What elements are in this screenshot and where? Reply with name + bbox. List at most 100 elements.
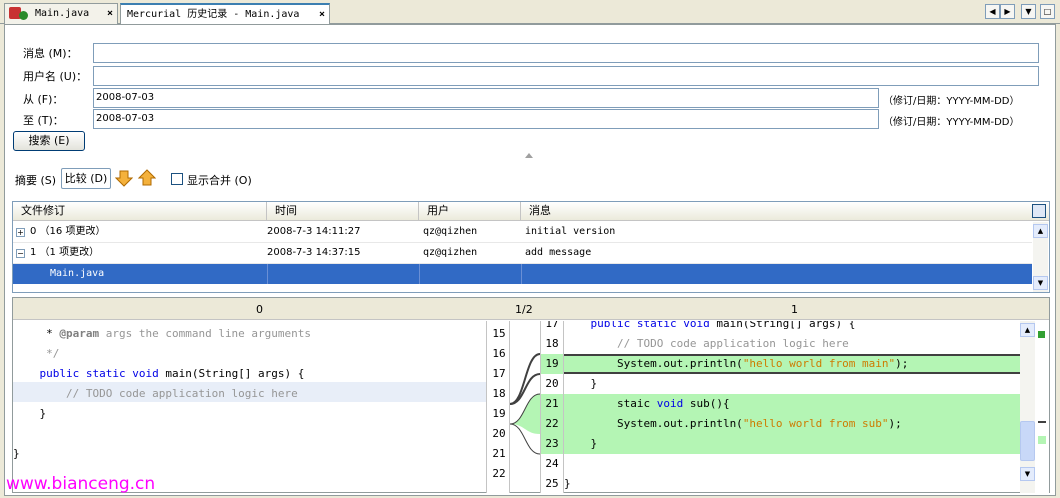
time-cell: 2008-7-3 14:11:27 <box>267 226 361 237</box>
from-label: 从 (F)： <box>23 93 64 106</box>
scroll-up-icon[interactable]: ▲ <box>1033 224 1048 238</box>
search-button[interactable]: 搜索 (E) <box>13 131 85 151</box>
table-header: 文件修订 时间 用户 消息 <box>13 202 1049 221</box>
code-line: System.out.println("hello world from mai… <box>564 357 909 370</box>
column-header-time[interactable]: 时间 <box>267 202 419 220</box>
history-panel: 消息 (M)： 用户名 (U)： 从 (F)： 2008-07-03 （修订/日… <box>4 24 1056 496</box>
change-marker[interactable] <box>1038 421 1046 423</box>
scroll-down-icon[interactable]: ▼ <box>1020 467 1035 481</box>
right-code-pane[interactable]: public static void main(String[] args) {… <box>564 321 1020 493</box>
column-header-message[interactable]: 消息 <box>521 202 1033 220</box>
code-line: } <box>13 407 47 420</box>
line-number: 17 <box>492 367 506 380</box>
previous-difference-arrow-up-icon[interactable] <box>138 169 156 187</box>
column-divider <box>419 264 420 284</box>
scroll-tabs-right-icon[interactable]: ▶ <box>1000 4 1015 19</box>
scroll-thumb[interactable] <box>1020 421 1035 461</box>
code-line: public static void main(String[] args) { <box>39 367 305 380</box>
diff-viewer: 0 1/2 1 * @param args the command line a… <box>12 297 1050 493</box>
code-line: public static void main(String[] args) { <box>590 321 856 330</box>
diff-scrollbar[interactable]: ▲ ▼ <box>1020 321 1035 493</box>
code-line: // TODO code application logic here <box>564 337 849 350</box>
from-format-hint: （修订/日期：YYYY-MM-DD） <box>883 96 1020 107</box>
table-scrollbar[interactable]: ▲ ▼ <box>1033 222 1048 292</box>
column-divider <box>521 264 522 284</box>
revisions-table: 文件修订 时间 用户 消息 + 0 （16 项更改） 2008-7-3 14:1… <box>12 201 1050 293</box>
scroll-tabs-left-icon[interactable]: ◀ <box>985 4 1000 19</box>
line-number: 23 <box>541 434 563 454</box>
tab-label: Main.java <box>35 8 90 19</box>
code-line: } <box>564 377 598 390</box>
collapse-search-icon[interactable] <box>525 153 533 158</box>
from-date-input[interactable]: 2008-07-03 <box>93 88 879 108</box>
watermark-text: www.bianceng.cn <box>6 474 156 494</box>
message-input[interactable] <box>93 43 1039 63</box>
summary-toggle[interactable]: 摘要 (S) <box>15 172 56 188</box>
to-label: 至 (T)： <box>23 114 64 127</box>
diff-overview-strip[interactable] <box>1035 321 1049 493</box>
modified-badge-icon <box>19 11 28 20</box>
line-number: 25 <box>545 477 559 490</box>
code-line: System.out.println("hello world from sub… <box>564 417 902 430</box>
column-chooser-icon[interactable] <box>1032 204 1046 218</box>
message-cell: add message <box>525 247 592 258</box>
code-line: } <box>564 477 571 490</box>
next-difference-arrow-down-icon[interactable] <box>115 169 133 187</box>
tab-main-java[interactable]: Main.java × <box>4 3 118 24</box>
line-number: 20 <box>492 427 506 440</box>
column-header-user[interactable]: 用户 <box>419 202 521 220</box>
close-icon[interactable]: × <box>319 5 325 24</box>
line-number: 22 <box>492 467 506 480</box>
username-input[interactable] <box>93 66 1039 86</box>
code-line: } <box>564 437 598 450</box>
line-number: 19 <box>492 407 506 420</box>
tab-mercurial-history[interactable]: Mercurial 历史记录 - Main.java × <box>120 3 330 25</box>
maximize-window-icon[interactable]: □ <box>1040 4 1055 19</box>
message-cell: initial version <box>525 226 616 237</box>
line-number: 21 <box>541 394 563 414</box>
code-line: */ <box>13 347 60 360</box>
line-number: 24 <box>545 457 559 470</box>
show-merges-label: 显示合并 (O) <box>187 174 252 187</box>
tab-list-dropdown-icon[interactable]: ▼ <box>1021 4 1036 19</box>
line-number: 15 <box>492 327 506 340</box>
revision-cell: 1 （1 项更改） <box>30 247 100 258</box>
code-line: * @param args the command line arguments <box>13 327 312 340</box>
column-header-revision[interactable]: 文件修订 <box>13 202 267 220</box>
show-merges-checkbox[interactable] <box>171 173 183 185</box>
expand-icon[interactable]: + <box>16 228 25 237</box>
revision-cell: 0 （16 项更改） <box>30 226 106 237</box>
change-marker[interactable] <box>1038 331 1045 338</box>
scroll-down-icon[interactable]: ▼ <box>1033 276 1048 290</box>
code-line: staic void sub(){ <box>564 397 730 410</box>
line-number: 20 <box>545 377 559 390</box>
change-marker[interactable] <box>1038 436 1046 444</box>
left-line-number-gutter: 15 16 17 18 19 20 21 22 <box>486 321 510 493</box>
to-date-input[interactable]: 2008-07-03 <box>93 109 879 129</box>
time-cell: 2008-7-3 14:37:15 <box>267 247 361 258</box>
diff-toggle-button[interactable]: 比较 (D) <box>61 168 111 189</box>
line-number: 18 <box>545 337 559 350</box>
column-divider <box>267 264 268 284</box>
left-code-pane[interactable]: * @param args the command line arguments… <box>13 321 486 493</box>
right-line-number-gutter: 17 18 19 20 21 22 23 24 25 <box>540 321 564 493</box>
scroll-up-icon[interactable]: ▲ <box>1020 323 1035 337</box>
collapse-icon[interactable]: − <box>16 249 25 258</box>
message-label: 消息 (M)： <box>23 47 78 60</box>
line-number: 22 <box>541 414 563 434</box>
line-number: 17 <box>545 321 559 330</box>
tab-label: Mercurial 历史记录 - Main.java <box>127 9 300 20</box>
user-cell: qz@qizhen <box>423 247 478 258</box>
to-format-hint: （修订/日期：YYYY-MM-DD） <box>883 117 1020 128</box>
table-row[interactable]: + 0 （16 项更改） 2008-7-3 14:11:27 qz@qizhen… <box>13 222 1032 243</box>
left-revision-label: 0 <box>256 303 263 316</box>
close-icon[interactable]: × <box>107 4 113 23</box>
line-number: 19 <box>541 354 563 374</box>
table-row-selected[interactable]: Main.java <box>13 264 1032 284</box>
line-number: 18 <box>492 387 506 400</box>
diff-connector <box>510 353 540 455</box>
table-row[interactable]: − 1 （1 项更改） 2008-7-3 14:37:15 qz@qizhen … <box>13 243 1032 264</box>
diff-header: 0 1/2 1 <box>13 298 1049 320</box>
difference-counter: 1/2 <box>515 303 533 316</box>
code-line: // TODO code application logic here <box>13 387 298 400</box>
